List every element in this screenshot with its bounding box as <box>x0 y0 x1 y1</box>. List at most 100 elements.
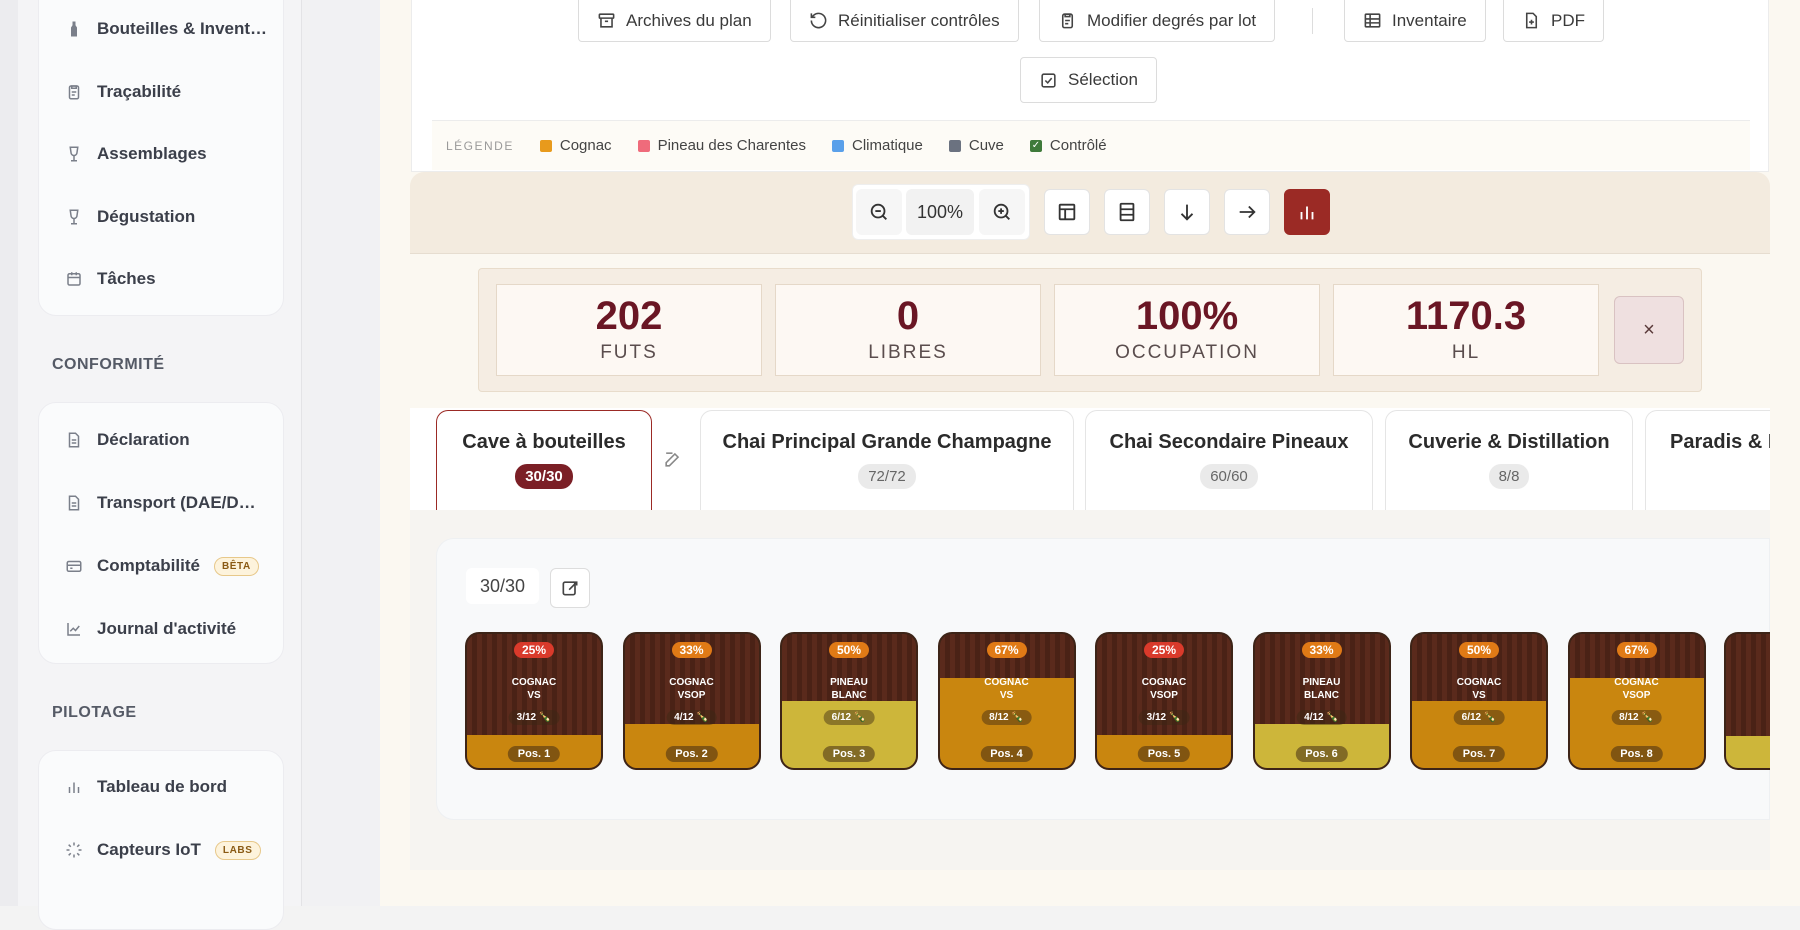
grid-count: 30/30 <box>466 568 540 604</box>
layout-icon <box>1058 203 1076 221</box>
reset-controls-button[interactable]: Réinitialiser contrôles <box>790 0 1019 42</box>
sidebar-item-declaration[interactable]: Déclaration <box>65 425 190 455</box>
stat-hl: 1170.3 HL <box>1333 284 1599 376</box>
sidebar-item-journal[interactable]: Journal d'activité <box>65 614 236 644</box>
arrow-down-button[interactable] <box>1164 189 1210 235</box>
sidebar-item-label: Tâches <box>97 269 156 288</box>
legend-item-cuve: Cuve <box>948 137 1004 154</box>
stat-libres: 0 LIBRES <box>775 284 1041 376</box>
section-title-pilotage: PILOTAGE <box>52 704 137 721</box>
barrel-tile[interactable]: 67% COGNAC VSOP 8/12 🍾 Pos. 8 <box>1567 632 1706 770</box>
sidebar-item-taches[interactable]: Tâches <box>65 264 156 294</box>
zoom-in-icon <box>993 203 1010 220</box>
selection-label: Sélection <box>1068 70 1138 89</box>
tab-paradis[interactable]: Paradis & R <box>1645 410 1770 510</box>
inventory-button[interactable]: Inventaire <box>1344 0 1486 42</box>
arrow-right-button[interactable] <box>1224 189 1270 235</box>
line-chart-icon <box>65 620 83 638</box>
sidebar-gutter <box>302 0 380 906</box>
barrel-position: Pos. 5 <box>1137 746 1191 762</box>
sidebar-item-assemblages[interactable]: Assemblages <box>65 139 207 169</box>
stats-toggle-button[interactable] <box>1284 189 1330 235</box>
edit-tab-button[interactable] <box>663 450 682 474</box>
labs-badge: LABS <box>214 840 261 860</box>
cellar-tabs: Cave à bouteilles 30/30 Chai Principal G… <box>410 408 1770 510</box>
barrel-tile[interactable]: 25% COGNAC VSOP 3/12 🍾 Pos. 5 <box>1095 632 1233 770</box>
sidebar-item-label: Journal d'activité <box>97 619 237 638</box>
page-right-edge <box>1770 0 1800 906</box>
pdf-button[interactable]: PDF <box>1503 0 1604 42</box>
file-plus-icon <box>1525 12 1538 29</box>
rows-button[interactable] <box>1104 189 1150 235</box>
sidebar-item-label: Dégustation <box>97 207 196 226</box>
close-stats-button[interactable]: × <box>1614 296 1684 364</box>
zoom-level: 100% <box>906 189 974 235</box>
toolbar-divider <box>1312 8 1313 34</box>
zoom-out-button[interactable] <box>856 189 902 235</box>
stat-label: LIBRES <box>868 342 948 363</box>
stat-value: 1170.3 <box>1405 294 1527 338</box>
sidebar-item-transport[interactable]: Transport (DAE/D… <box>65 488 256 518</box>
legend-label: Pineau des Charentes <box>657 137 806 154</box>
barrel-partial[interactable] <box>1724 632 1770 770</box>
sidebar-item-label: Traçabilité <box>97 82 182 101</box>
sidebar-item-degustation[interactable]: Dégustation <box>65 202 195 232</box>
tab-name: Cuverie & Distillation <box>1408 431 1610 453</box>
nav-group-pilotage: Tableau de bord Capteurs IoT LABS <box>38 750 284 930</box>
barrel-tile[interactable]: 50% PINEAU BLANC 6/12 🍾 Pos. 3 <box>780 632 918 770</box>
credit-card-icon <box>65 557 83 575</box>
inventory-label: Inventaire <box>1392 10 1467 30</box>
stat-value: 0 <box>896 294 920 338</box>
edit-degrees-button[interactable]: Modifier degrés par lot <box>1039 0 1276 42</box>
tab-chai-secondaire[interactable]: Chai Secondaire Pineaux 60/60 <box>1085 410 1373 510</box>
legend-swatch <box>539 139 552 152</box>
barrel-tile[interactable]: 25% COGNAC VS 3/12 🍾 Pos. 1 <box>465 632 603 770</box>
edit-icon <box>665 452 680 467</box>
barrel-quantity: 6/12 🍾 <box>1453 710 1505 725</box>
barrel-tile[interactable]: 33% COGNAC VSOP 4/12 🍾 Pos. 2 <box>622 632 761 770</box>
barrel-quantity: 4/12 🍾 <box>666 710 717 725</box>
barrel-tile[interactable]: 67% COGNAC VS 8/12 🍾 Pos. 4 <box>937 632 1076 770</box>
tab-count: 8/8 <box>1488 464 1530 489</box>
tab-name: Cave à bouteilles <box>462 431 626 453</box>
selection-button[interactable]: Sélection <box>1020 57 1157 103</box>
grid-edit-button[interactable] <box>550 568 590 608</box>
degrees-label: Modifier degrés par lot <box>1087 10 1257 30</box>
document-icon <box>65 494 83 512</box>
legend-item-controle: ✓ Contrôlé <box>1029 137 1107 154</box>
barrel-name: PINEAU BLANC <box>1302 677 1341 701</box>
barrel-tile[interactable]: 33% PINEAU BLANC 4/12 🍾 Pos. 6 <box>1252 632 1391 770</box>
barrel-position: Pos. 4 <box>980 746 1033 762</box>
sidebar-item-tableau-de-bord[interactable]: Tableau de bord <box>65 772 227 802</box>
sidebar-item-label: Déclaration <box>97 430 190 449</box>
sidebar-item-tracabilite[interactable]: Traçabilité <box>65 77 181 107</box>
barrel-percent: 33% <box>671 642 712 658</box>
tab-chai-principal[interactable]: Chai Principal Grande Champagne 72/72 <box>700 410 1074 510</box>
arrow-down-icon <box>1180 204 1194 221</box>
close-icon: × <box>1643 318 1655 341</box>
barrel-position: Pos. 2 <box>665 746 718 762</box>
sidebar-item-capteurs[interactable]: Capteurs IoT LABS <box>65 835 261 865</box>
sidebar-item-comptabilite[interactable]: Comptabilité BÊTA <box>65 551 259 581</box>
tab-cuverie[interactable]: Cuverie & Distillation 8/8 <box>1385 410 1633 510</box>
barrel-tile[interactable]: 50% COGNAC VS 6/12 🍾 Pos. 7 <box>1410 632 1548 770</box>
zoom-in-button[interactable] <box>979 189 1025 235</box>
layout-button[interactable] <box>1044 189 1090 235</box>
calendar-icon <box>65 270 83 288</box>
tab-cave-a-bouteilles[interactable]: Cave à bouteilles 30/30 <box>436 410 652 510</box>
barrel-name: COGNAC VSOP <box>1614 677 1659 701</box>
sidebar-item-bouteilles[interactable]: Bouteilles & Invent… <box>65 14 267 44</box>
stat-label: HL <box>1451 342 1481 363</box>
barrel-quantity: 3/12 🍾 <box>1138 710 1190 725</box>
document-icon <box>65 431 83 449</box>
legend-label: Climatique <box>852 137 923 154</box>
archives-button[interactable]: Archives du plan <box>578 0 771 42</box>
legend-label: Cuve <box>968 137 1004 154</box>
tab-name: Chai Secondaire Pineaux <box>1109 431 1349 453</box>
legend-label: Contrôlé <box>1049 137 1107 154</box>
sidebar-item-label: Assemblages <box>97 144 207 163</box>
legend: LÉGENDE Cognac Pineau des Charentes Clim… <box>432 120 1750 170</box>
beta-badge: BÊTA <box>213 556 259 576</box>
legend-title: LÉGENDE <box>446 138 514 153</box>
barrel-percent: 50% <box>1458 642 1500 658</box>
